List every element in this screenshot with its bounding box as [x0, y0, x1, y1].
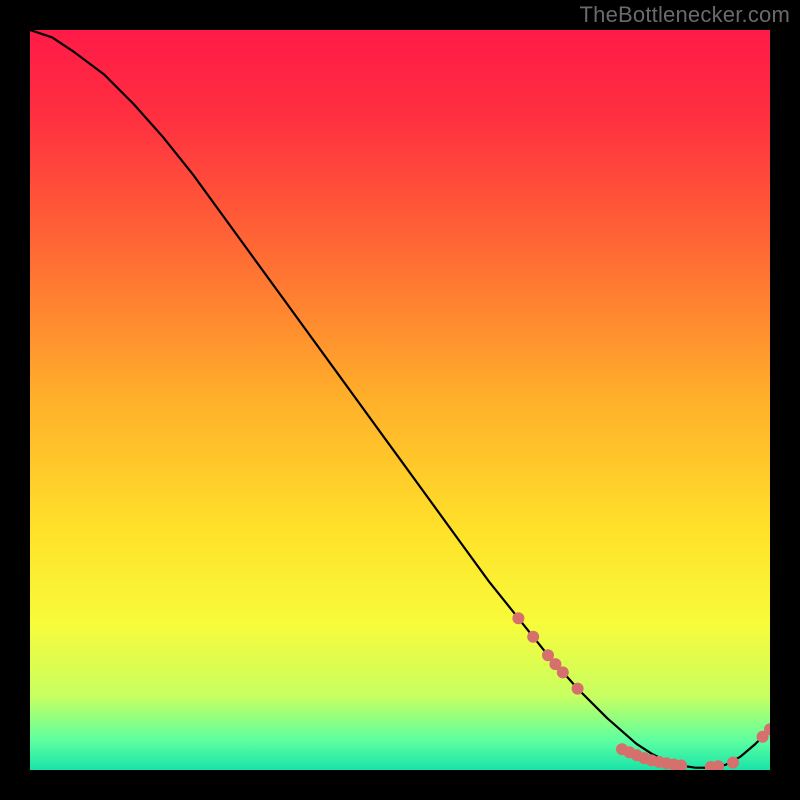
gradient-background — [30, 30, 770, 770]
data-marker — [512, 612, 524, 624]
data-marker — [557, 666, 569, 678]
bottleneck-chart — [30, 30, 770, 770]
data-marker — [727, 757, 739, 769]
data-marker — [572, 683, 584, 695]
data-marker — [527, 631, 539, 643]
watermark-text: TheBottlenecker.com — [580, 2, 790, 28]
chart-frame: TheBottlenecker.com — [0, 0, 800, 800]
